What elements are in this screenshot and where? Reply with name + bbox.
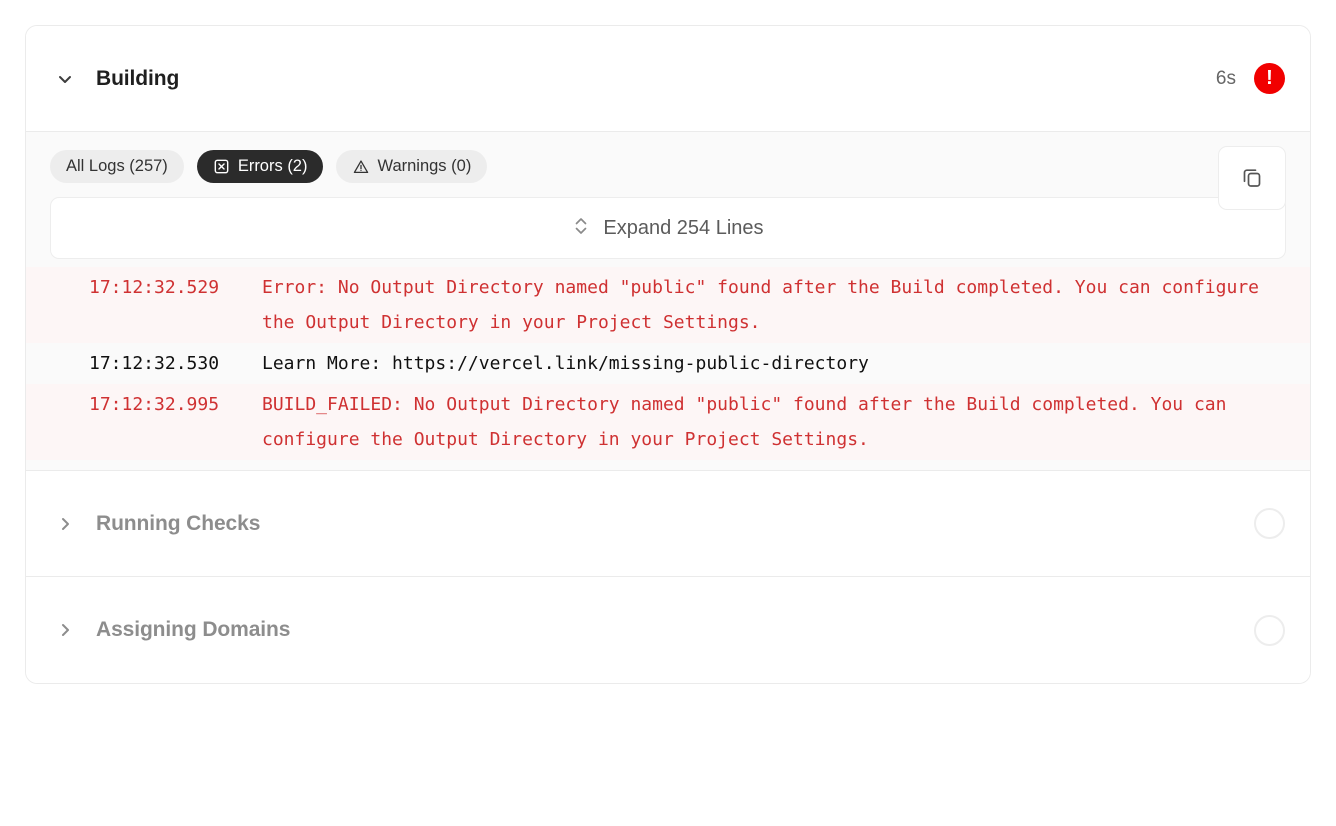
section-header-assigning-domains[interactable]: Assigning Domains bbox=[26, 577, 1310, 683]
build-log-panel: All Logs (257) Errors (2) Warnings (0) E… bbox=[26, 132, 1310, 471]
filter-all-logs-label: All Logs (257) bbox=[66, 157, 168, 175]
expand-lines-button[interactable]: Expand 254 Lines bbox=[50, 197, 1286, 259]
log-timestamp: 17:12:32.995 bbox=[89, 394, 220, 415]
chevron-right-icon[interactable] bbox=[52, 511, 78, 537]
filter-errors-label: Errors (2) bbox=[237, 157, 308, 175]
status-pending-circle-icon bbox=[1254, 614, 1285, 646]
filter-warnings[interactable]: Warnings (0) bbox=[336, 150, 488, 183]
section-title-building: Building bbox=[96, 66, 180, 90]
section-header-building[interactable]: Building 6s ! bbox=[26, 26, 1310, 132]
exclamation-glyph: ! bbox=[1266, 66, 1273, 89]
error-exclamation-icon: ! bbox=[1254, 63, 1285, 94]
page-root: Building 6s ! All Logs (257) Errors (2) … bbox=[0, 0, 1336, 826]
log-message: BUILD_FAILED: No Output Directory named … bbox=[262, 394, 1238, 450]
log-line[interactable]: 17:12:32.529 Error: No Output Directory … bbox=[26, 267, 1310, 343]
log-line[interactable]: 17:12:32.530 Learn More: https://vercel.… bbox=[26, 343, 1310, 384]
log-filter-row: All Logs (257) Errors (2) Warnings (0) bbox=[26, 132, 1310, 210]
filter-all-logs[interactable]: All Logs (257) bbox=[50, 150, 184, 183]
chevron-right-icon[interactable] bbox=[52, 617, 78, 643]
log-timestamp: 17:12:32.529 bbox=[89, 277, 220, 298]
x-square-icon bbox=[213, 158, 230, 175]
filter-warnings-label: Warnings (0) bbox=[377, 157, 472, 175]
copy-icon bbox=[1240, 165, 1264, 192]
chevron-expand-icon bbox=[572, 215, 590, 242]
log-line[interactable]: 17:12:32.995 BUILD_FAILED: No Output Dir… bbox=[26, 384, 1310, 460]
log-timestamp: 17:12:32.530 bbox=[89, 353, 220, 374]
warning-triangle-icon bbox=[352, 158, 369, 175]
log-message: Error: No Output Directory named "public… bbox=[262, 277, 1270, 333]
deployment-build-card: Building 6s ! All Logs (257) Errors (2) … bbox=[25, 25, 1311, 684]
status-pending-circle-icon bbox=[1254, 508, 1285, 539]
filter-errors[interactable]: Errors (2) bbox=[196, 150, 324, 183]
chevron-down-icon[interactable] bbox=[52, 66, 78, 92]
section-title-running-checks: Running Checks bbox=[96, 511, 261, 535]
log-message: Learn More: https://vercel.link/missing-… bbox=[262, 353, 869, 374]
section-title-assigning-domains: Assigning Domains bbox=[96, 618, 291, 641]
expand-lines-label: Expand 254 Lines bbox=[603, 216, 764, 239]
build-duration: 6s bbox=[1215, 67, 1236, 89]
copy-logs-button[interactable] bbox=[1218, 146, 1286, 210]
section-header-running-checks[interactable]: Running Checks bbox=[26, 471, 1310, 577]
log-line-list: 17:12:32.529 Error: No Output Directory … bbox=[26, 267, 1310, 470]
